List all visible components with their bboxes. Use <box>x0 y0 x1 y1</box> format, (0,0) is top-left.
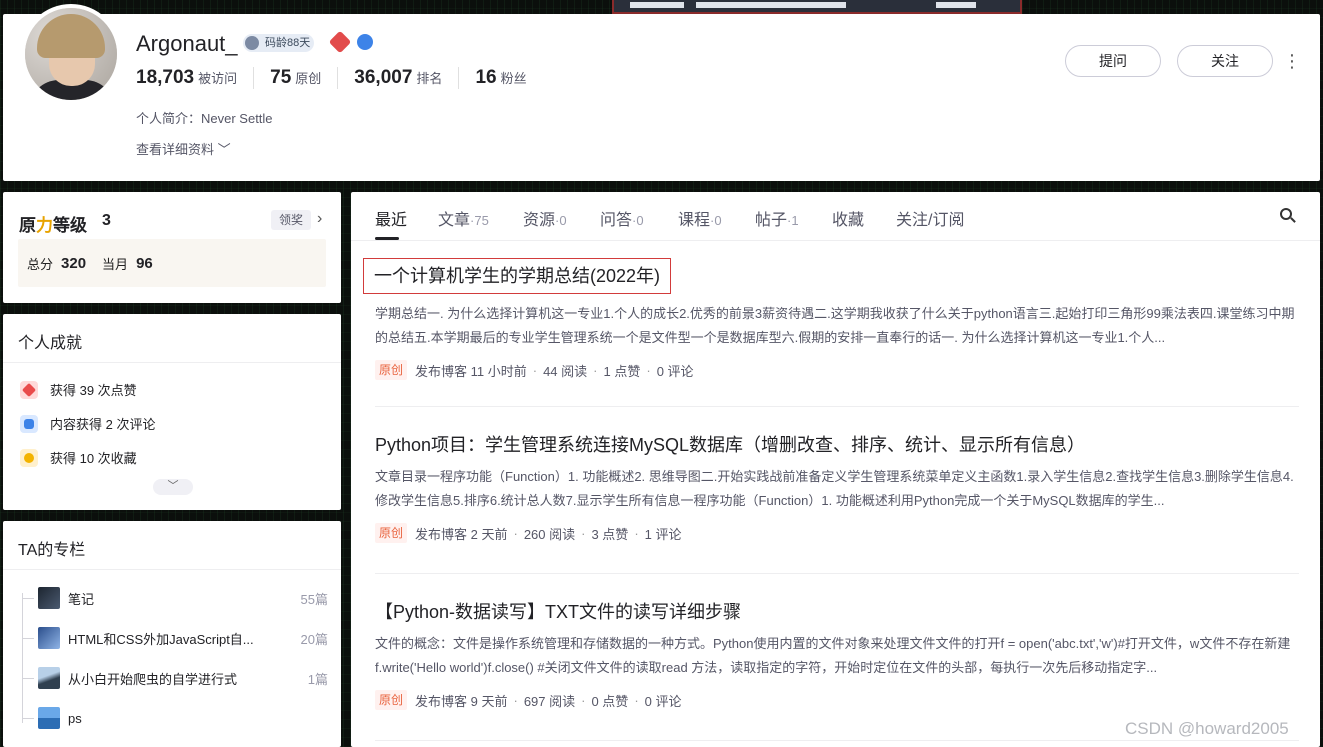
chevron-down-icon: ﹀ <box>167 480 179 492</box>
tab-recent[interactable]: 最近 <box>375 206 407 230</box>
achievement-comments: 内容获得 2 次评论 <box>20 414 155 433</box>
tab-qa[interactable]: 问答·0 <box>600 206 644 230</box>
chevron-down-icon: ﹀ <box>214 142 231 157</box>
achievements-card: 个人成就 获得 39 次点赞 内容获得 2 次评论 获得 10 次收藏 ﹀ <box>3 314 341 510</box>
tab-posts[interactable]: 帖子·1 <box>755 206 799 230</box>
column-thumbnail <box>38 667 60 689</box>
tab-following[interactable]: 关注/订阅 <box>896 206 964 230</box>
achievement-likes: 获得 39 次点赞 <box>20 380 137 399</box>
code-age-badge: 码龄88天 <box>243 34 315 52</box>
level-card: 原力等级 3 领奖 › 总分 320 当月 96 <box>3 192 341 303</box>
profile-header: Argonaut_ 码龄88天 18,703 被访问 75 原创 36,007 排名 … <box>3 4 1320 181</box>
article-meta: 原创 发布博客 11 小时前 · 44 阅读 · 1 点赞 · 0 评论 <box>375 360 1299 380</box>
original-tag: 原创 <box>375 360 407 380</box>
stat-fans: 16 粉丝 <box>475 67 527 88</box>
columns-card: TA的专栏 笔记 55篇 HTML和CSS外加JavaScript自... 20篇 … <box>3 521 341 747</box>
comment-medal-icon <box>20 414 38 433</box>
level-score-box: 总分 320 当月 96 <box>18 239 326 287</box>
article-item[interactable]: 【Python-数据读写】TXT文件的读写详细步骤 文件的概念：文件是操作系统管… <box>375 598 1299 710</box>
article-description: 学期总结一. 为什么选择计算机这一专业1.个人的成长2.优秀的前景3薪资待遇二.… <box>375 306 1295 345</box>
tab-favorites[interactable]: 收藏 <box>832 206 864 230</box>
column-item[interactable]: HTML和CSS外加JavaScript自... 20篇 <box>22 626 328 650</box>
content-tabs: 最近 文章·75 资源·0 问答·0 课程·0 帖子·1 收藏 关注/订阅 <box>351 192 1320 241</box>
profile-bio: 个人简介：Never Settle <box>136 111 273 126</box>
main-content: 最近 文章·75 资源·0 问答·0 课程·0 帖子·1 收藏 关注/订阅 一个… <box>351 192 1320 747</box>
favorite-medal-icon <box>20 448 38 467</box>
level-title: 原力等级 <box>19 216 87 235</box>
profile-stats: 18,703 被访问 75 原创 36,007 排名 16 粉丝 <box>136 67 559 89</box>
claim-reward-button[interactable]: 领奖 <box>271 210 311 230</box>
tab-courses[interactable]: 课程·0 <box>678 206 722 230</box>
original-tag: 原创 <box>375 523 407 543</box>
stat-original: 75 原创 <box>270 67 339 89</box>
chevron-right-icon[interactable]: › <box>317 210 322 228</box>
username: Argonaut_ <box>136 31 238 56</box>
article-description: 文件的概念：文件是操作系统管理和存储数据的一种方式。Python使用内置的文件对… <box>375 636 1291 675</box>
more-options-icon[interactable]: ⋮ <box>1283 50 1301 72</box>
follow-button[interactable]: 关注 <box>1177 45 1273 77</box>
blogger-medal-icon[interactable] <box>328 30 352 54</box>
column-thumbnail <box>38 707 60 729</box>
tab-articles[interactable]: 文章·75 <box>438 206 489 230</box>
column-item[interactable]: ps <box>22 706 328 730</box>
column-item[interactable]: 从小白开始爬虫的自学进行式 1篇 <box>22 666 328 690</box>
verified-medal-icon[interactable] <box>357 34 373 50</box>
article-meta: 原创 发布博客 2 天前 · 260 阅读 · 3 点赞 · 1 评论 <box>375 523 1299 543</box>
article-item[interactable]: 一个计算机学生的学期总结(2022年) 学期总结一. 为什么选择计算机这一专业1… <box>363 258 1299 380</box>
watermark: CSDN @howard2005 <box>1125 719 1289 738</box>
month-score: 96 <box>136 254 153 272</box>
stat-rank: 36,007 排名 <box>354 67 460 89</box>
article-description: 文章目录一程序功能（Function）1. 功能概述2. 思维导图二.开始实践战… <box>375 469 1294 508</box>
stat-visits: 18,703 被访问 <box>136 67 255 89</box>
ask-button[interactable]: 提问 <box>1065 45 1161 77</box>
achievement-favorites: 获得 10 次收藏 <box>20 448 137 467</box>
column-thumbnail <box>38 627 60 649</box>
tab-resources[interactable]: 资源·0 <box>523 206 567 230</box>
search-icon[interactable] <box>1280 208 1296 224</box>
article-title[interactable]: Python项目：学生管理系统连接MySQL数据库（增删改查、排序、统计、显示所… <box>375 431 1299 457</box>
total-score: 320 <box>61 254 87 272</box>
article-meta: 原创 发布博客 9 天前 · 697 阅读 · 0 点赞 · 0 评论 <box>375 690 1299 710</box>
avatar[interactable] <box>21 4 121 104</box>
article-title[interactable]: 一个计算机学生的学期总结(2022年) <box>363 258 672 294</box>
expand-achievements-button[interactable]: ﹀ <box>153 479 193 495</box>
column-thumbnail <box>38 587 60 609</box>
article-item[interactable]: Python项目：学生管理系统连接MySQL数据库（增删改查、排序、统计、显示所… <box>375 431 1299 543</box>
banner-decoration <box>612 0 1022 14</box>
level-number: 3 <box>102 212 111 229</box>
like-medal-icon <box>20 380 38 399</box>
columns-title: TA的专栏 <box>18 542 86 559</box>
article-title[interactable]: 【Python-数据读写】TXT文件的读写详细步骤 <box>375 598 1299 624</box>
more-info-link[interactable]: 查看详细资料 ﹀ <box>136 139 231 158</box>
original-tag: 原创 <box>375 690 407 710</box>
column-item[interactable]: 笔记 55篇 <box>22 586 328 610</box>
achievements-title: 个人成就 <box>18 335 83 352</box>
active-tab-indicator <box>375 237 399 240</box>
